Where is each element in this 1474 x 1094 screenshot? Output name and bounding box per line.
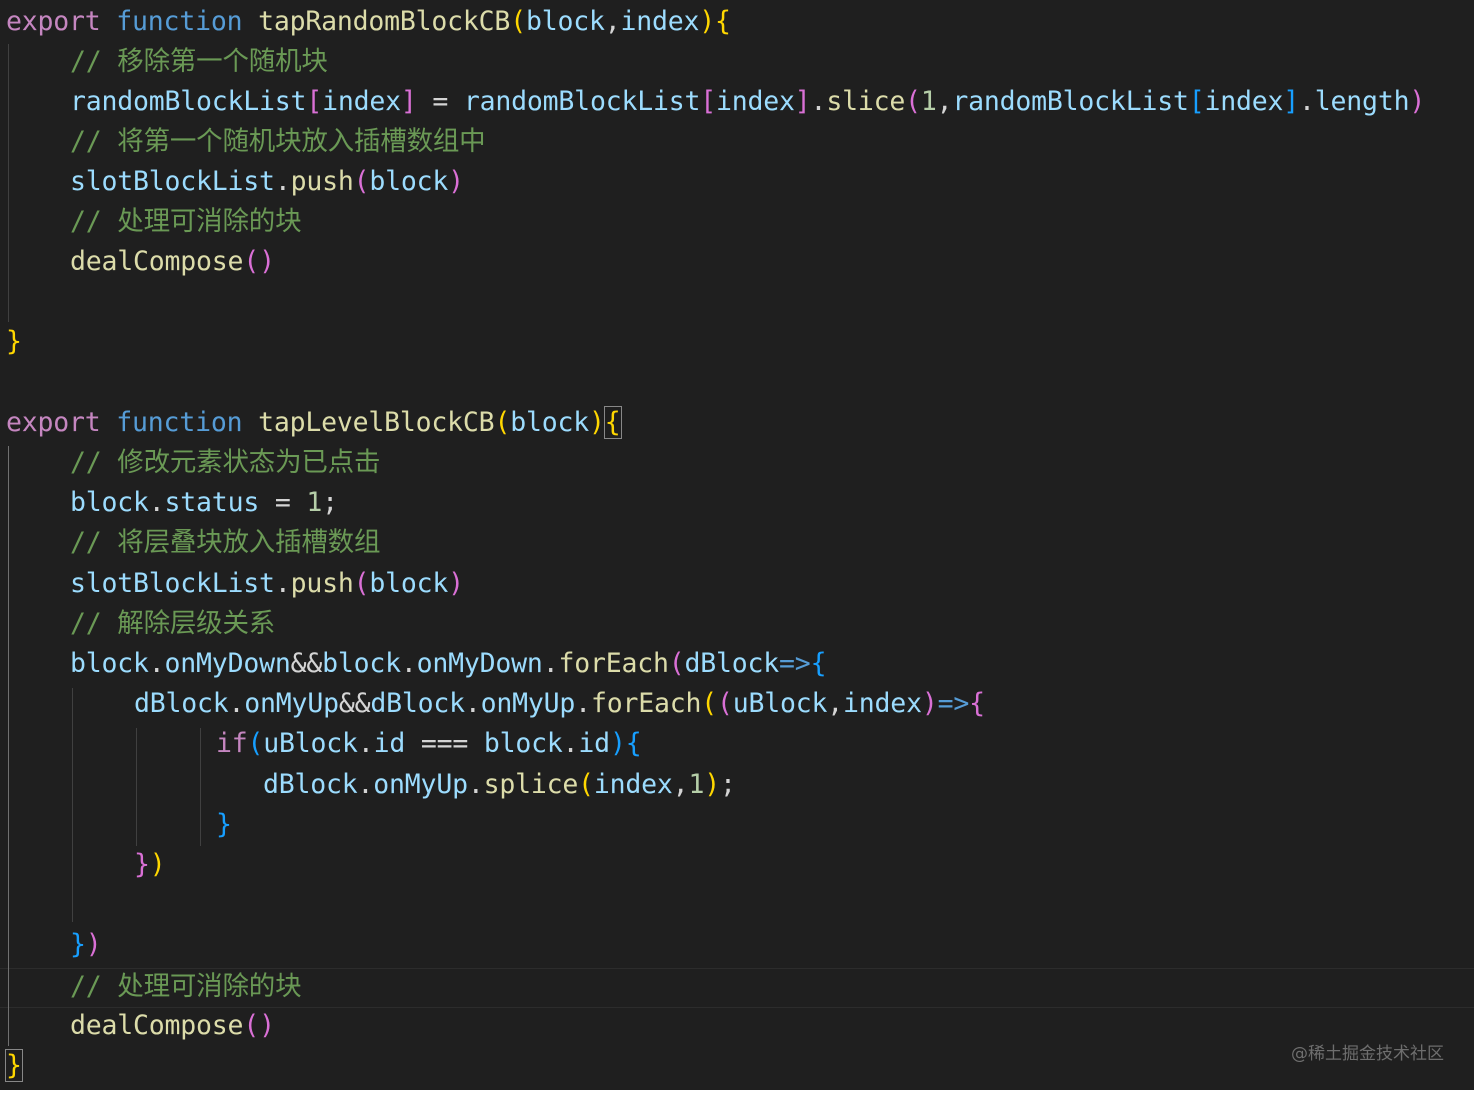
param: index [843, 688, 922, 719]
keyword-export: export [6, 6, 101, 37]
indent-guide [136, 728, 137, 846]
variable: block [322, 648, 401, 679]
function-call: dealCompose [70, 246, 244, 277]
code-line[interactable]: dealCompose() [70, 1006, 275, 1046]
param: block [510, 407, 589, 438]
code-line[interactable]: block.onMyDown&&block.onMyDown.forEach(d… [70, 644, 827, 684]
bracket-match-highlight: { [603, 406, 622, 439]
code-comment[interactable]: // 移除第一个随机块 [70, 42, 328, 82]
variable: index [593, 769, 673, 800]
function-name: tapLevelBlockCB [258, 407, 495, 438]
param: dBlock [684, 648, 780, 679]
variable: block [483, 728, 563, 759]
indent-guide [200, 728, 201, 846]
method: forEach [590, 688, 702, 719]
code-line[interactable]: block.status = 1; [70, 483, 338, 523]
variable: slotBlockList [70, 166, 275, 197]
variable: randomBlockList [70, 86, 307, 117]
code-comment[interactable]: // 将第一个随机块放入插槽数组中 [70, 122, 486, 162]
code-line[interactable]: slotBlockList.push(block) [70, 162, 464, 202]
variable: randomBlockList [952, 86, 1189, 117]
method: splice [483, 769, 579, 800]
code-line[interactable]: export function tapRandomBlockCB(block,i… [6, 2, 731, 42]
code-comment[interactable]: // 修改元素状态为已点击 [70, 443, 380, 483]
property: onMyUp [244, 688, 339, 719]
variable: randomBlockList [463, 86, 701, 117]
indent-guide-active [8, 446, 9, 1046]
param: index [620, 6, 700, 37]
method: forEach [558, 648, 669, 679]
property: id [373, 728, 406, 759]
variable: index [1204, 86, 1284, 117]
param: uBlock [732, 688, 828, 719]
property: status [164, 487, 260, 518]
code-line[interactable]: } [5, 1046, 23, 1086]
method: push [290, 568, 354, 599]
code-line[interactable]: } [6, 322, 22, 362]
variable: dBlock [263, 769, 358, 800]
function-call: dealCompose [70, 1010, 244, 1041]
code-comment[interactable]: // 处理可消除的块 [70, 967, 302, 1007]
code-editor[interactable]: export function tapRandomBlockCB(block,i… [0, 0, 1474, 1090]
bracket-match-highlight: } [5, 1049, 23, 1082]
code-comment[interactable]: // 处理可消除的块 [70, 202, 302, 242]
property: onMyDown [164, 648, 291, 679]
variable: block [70, 648, 149, 679]
code-comment[interactable]: // 将层叠块放入插槽数组 [70, 523, 380, 563]
code-line[interactable]: }) [134, 845, 166, 885]
property: onMyDown [416, 648, 543, 679]
param: block [525, 6, 605, 37]
variable: index [716, 86, 795, 117]
code-line[interactable]: if(uBlock.id === block.id){ [216, 724, 642, 764]
keyword-function: function [116, 407, 243, 438]
code-line[interactable]: export function tapLevelBlockCB(block){ [6, 403, 622, 443]
code-line[interactable]: dBlock.onMyUp.splice(index,1); [263, 765, 736, 805]
keyword-function: function [116, 6, 243, 37]
keyword-export: export [6, 407, 101, 438]
property: onMyUp [480, 688, 576, 719]
function-name: tapRandomBlockCB [258, 6, 511, 37]
variable: slotBlockList [70, 568, 275, 599]
code-line[interactable]: } [216, 805, 232, 845]
property: id [578, 728, 610, 759]
bottom-border [0, 1090, 1474, 1094]
property: length [1314, 86, 1410, 117]
indent-guide [72, 688, 73, 922]
variable: block [369, 568, 449, 599]
number: 1 [920, 86, 937, 117]
variable: dBlock [134, 688, 229, 719]
code-line[interactable]: slotBlockList.push(block) [70, 564, 464, 604]
method: slice [826, 86, 906, 117]
keyword-if: if [216, 728, 248, 759]
number: 1 [306, 487, 323, 518]
property: onMyUp [373, 769, 468, 800]
code-line[interactable]: dBlock.onMyUp&&dBlock.onMyUp.forEach((uB… [134, 684, 985, 724]
code-line[interactable]: dealCompose() [70, 242, 275, 282]
code-line[interactable]: randomBlockList[index] = randomBlockList… [70, 82, 1425, 122]
method: push [290, 166, 354, 197]
variable: uBlock [263, 728, 358, 759]
code-line[interactable]: }) [70, 925, 102, 965]
number: 1 [688, 769, 705, 800]
variable: dBlock [370, 688, 465, 719]
indent-guide [8, 44, 9, 322]
variable: index [322, 86, 401, 117]
code-comment[interactable]: // 解除层级关系 [70, 604, 275, 644]
variable: block [369, 166, 449, 197]
variable: block [70, 487, 149, 518]
watermark: @稀土掘金技术社区 [1291, 1044, 1444, 1064]
